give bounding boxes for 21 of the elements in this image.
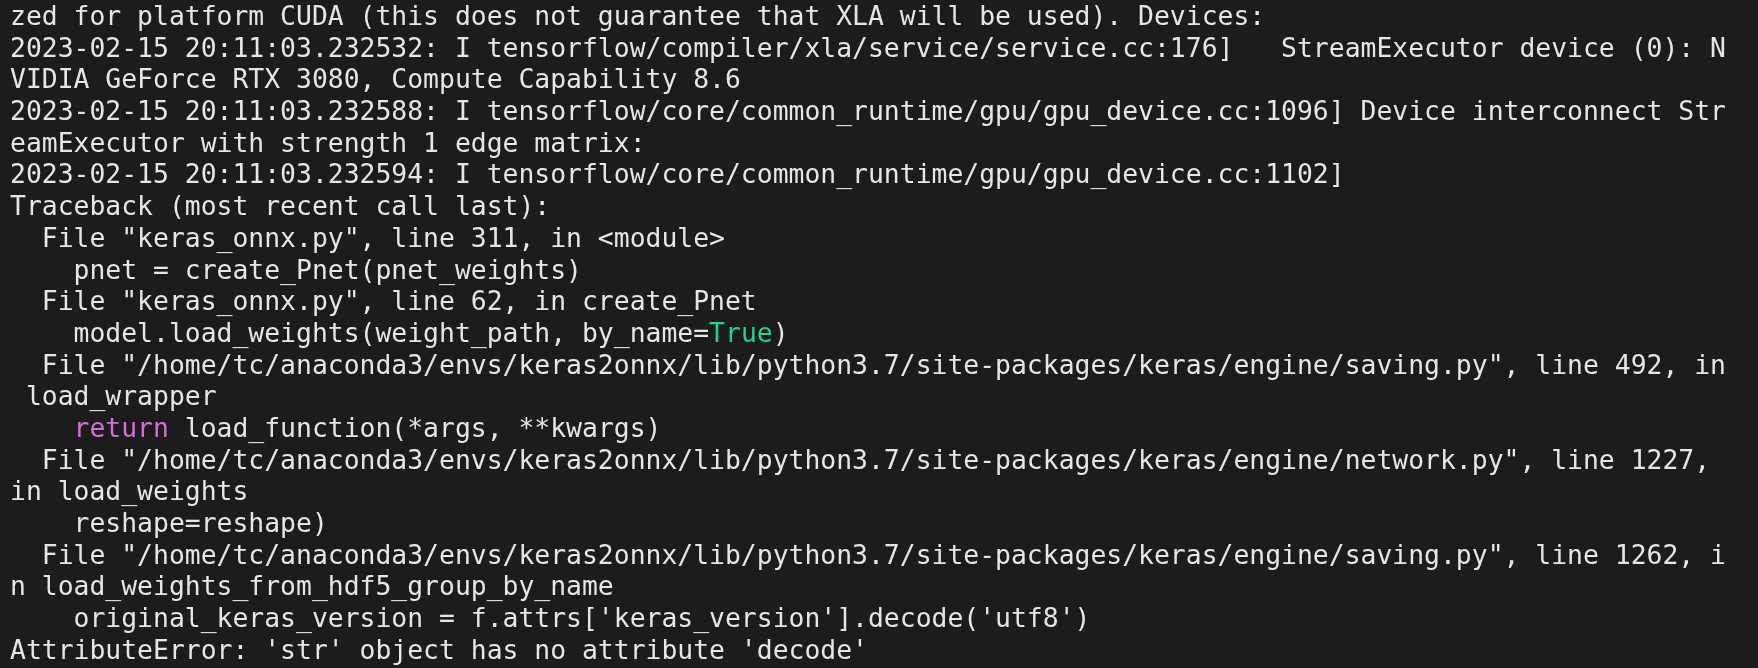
- terminal-line: File "/home/tc/anaconda3/envs/keras2onnx/lib/python3.7/site-packages/keras/engine/saving.py", line 492, in: [40, 348, 1726, 381]
- terminal-line: return load_function(*args, **kwargs): [72, 411, 662, 444]
- terminal-line: original_keras_version = f.attrs['keras_version'].decode('utf8'): [72, 602, 1091, 634]
- terminal-line: VIDIA GeForce RTX 3080, Compute Capability 8.6: [10, 63, 741, 96]
- terminal-line: pnet = create_Pnet(pnet_weights): [72, 253, 582, 286]
- terminal-line: zed for platform CUDA (this does not guarantee that XLA will be used). Devices:: [10, 0, 1266, 32]
- terminal-line: File "keras_onnx.py", line 62, in create_Pnet: [40, 285, 757, 317]
- terminal-line: 2023-02-15 20:11:03.232594: I tensorflow/core/common_runtime/gpu/gpu_device.cc:1102]: [10, 158, 1345, 191]
- terminal-line: load_wrapper: [24, 380, 217, 412]
- terminal-line: File "/home/tc/anaconda3/envs/keras2onnx/lib/python3.7/site-packages/keras/engine/saving.py", line 1262, i: [40, 538, 1726, 571]
- terminal-line: eamExecutor with strength 1 edge matrix:: [10, 126, 646, 159]
- terminal-line: File "keras_onnx.py", line 311, in <module>: [40, 221, 725, 254]
- terminal-line: model.load_weights(weight_path, by_name=True): [72, 316, 789, 349]
- terminal-line: 2023-02-15 20:11:03.232532: I tensorflow/compiler/xla/service/service.cc:176] StreamExecutor device (0): N: [10, 31, 1726, 64]
- terminal-line: 2023-02-15 20:11:03.232588: I tensorflow/core/common_runtime/gpu/gpu_device.cc:1096] Device interconnect Str: [10, 95, 1726, 127]
- terminal-line: n load_weights_from_hdf5_group_by_name: [10, 570, 614, 603]
- terminal-line: File "/home/tc/anaconda3/envs/keras2onnx/lib/python3.7/site-packages/keras/engine/network.py", line 1227,: [40, 443, 1711, 476]
- terminal-line: reshape=reshape): [72, 507, 328, 539]
- terminal-line: Traceback (most recent call last):: [10, 190, 551, 222]
- terminal-line: AttributeError: 'str' object has no attribute 'decode': [10, 633, 868, 666]
- terminal-line: in load_weights: [10, 475, 249, 507]
